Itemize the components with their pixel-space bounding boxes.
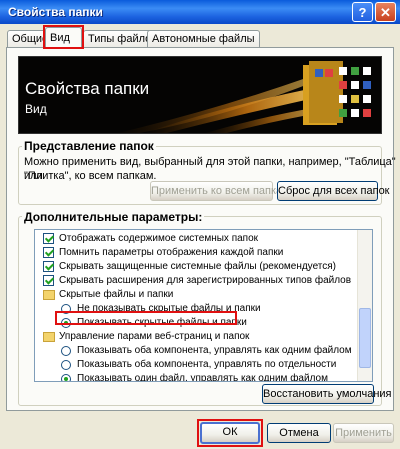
list-item-label: Помнить параметры отображения каждой пап…: [59, 247, 284, 258]
list-item-label: Скрывать расширения для зарегистрированн…: [59, 275, 352, 286]
list-item-label: Управление парами веб-страниц и папок: [59, 331, 250, 342]
checkbox-checked[interactable]: [43, 261, 54, 272]
radio-button[interactable]: [61, 360, 71, 370]
cancel-button[interactable]: Отмена: [267, 423, 331, 443]
banner: Свойства папки Вид: [18, 56, 382, 134]
checkbox-checked[interactable]: [43, 233, 54, 244]
banner-title: Свойства папки: [25, 79, 150, 98]
checkbox-checked[interactable]: [43, 247, 54, 258]
tab-offline-files[interactable]: Автономные файлы: [147, 30, 260, 47]
reset-all-folders-button[interactable]: Сброс для всех папок: [277, 181, 390, 201]
advanced-settings-list[interactable]: Отображать содержимое системных папок По…: [34, 229, 373, 382]
close-button[interactable]: ✕: [375, 2, 396, 22]
window-title: Свойства папки: [8, 5, 103, 19]
tab-view-highlight: [43, 25, 84, 49]
list-item-label: Показывать один файл, управлять как одни…: [77, 373, 328, 382]
advanced-title: Дополнительные параметры:: [22, 210, 205, 224]
radio-button[interactable]: [61, 346, 71, 356]
list-item-label: Отображать содержимое системных папок: [59, 233, 259, 244]
help-button[interactable]: ?: [352, 2, 373, 22]
checkbox-checked[interactable]: [43, 275, 54, 286]
banner-subtitle: Вид: [25, 102, 47, 116]
ok-button-highlight: [197, 419, 263, 447]
apply-button[interactable]: Применить: [333, 423, 394, 443]
list-item-label: Скрывать защищенные системные файлы (рек…: [59, 261, 337, 272]
show-hidden-highlight: [55, 311, 237, 325]
scrollbar[interactable]: [357, 230, 372, 381]
scrollbar-thumb[interactable]: [359, 308, 371, 368]
folder-icon: [43, 290, 55, 300]
folder-view-description-2: "Плитка", ко всем папкам.: [24, 170, 157, 182]
folder-view-title: Представление папок: [22, 139, 156, 153]
apply-to-all-folders-button[interactable]: Применить ко всем папкам: [150, 181, 290, 201]
list-item-label: Показывать оба компонента, управлять по …: [77, 359, 337, 370]
radio-button-selected[interactable]: [61, 374, 71, 381]
list-item-label: Показывать оба компонента, управлять как…: [77, 345, 352, 356]
list-item-label: Скрытые файлы и папки: [59, 289, 174, 300]
title-bar: Свойства папки ? ✕: [0, 0, 400, 24]
folder-icon: [43, 332, 55, 342]
restore-defaults-button[interactable]: Восстановить умолчания: [262, 384, 392, 404]
